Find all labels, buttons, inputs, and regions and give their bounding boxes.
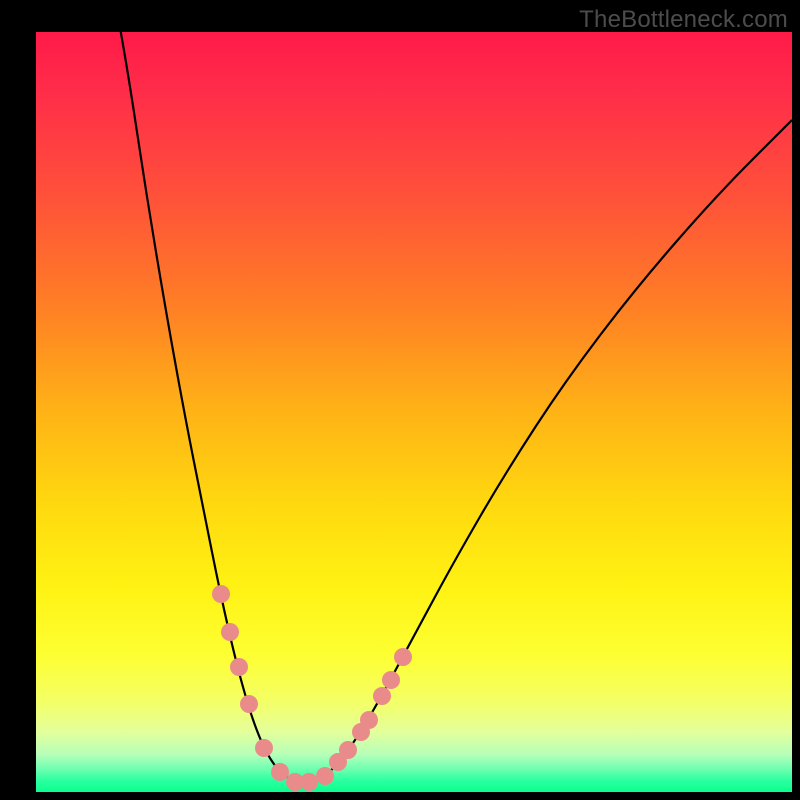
threshold-dot	[240, 695, 258, 713]
threshold-dot	[316, 767, 334, 785]
chart-frame: TheBottleneck.com	[0, 0, 800, 800]
threshold-dot	[221, 623, 239, 641]
threshold-dot	[255, 739, 273, 757]
curve-layer	[36, 32, 792, 792]
threshold-dot	[271, 763, 289, 781]
plot-area	[36, 32, 792, 792]
threshold-dot	[394, 648, 412, 666]
watermark-label: TheBottleneck.com	[579, 6, 788, 34]
threshold-dot	[300, 773, 318, 791]
threshold-dot	[212, 585, 230, 603]
bottleneck-curve	[119, 32, 792, 783]
threshold-dot	[230, 658, 248, 676]
threshold-dot	[373, 687, 391, 705]
threshold-dot	[360, 711, 378, 729]
threshold-dot	[382, 671, 400, 689]
threshold-dot	[339, 741, 357, 759]
